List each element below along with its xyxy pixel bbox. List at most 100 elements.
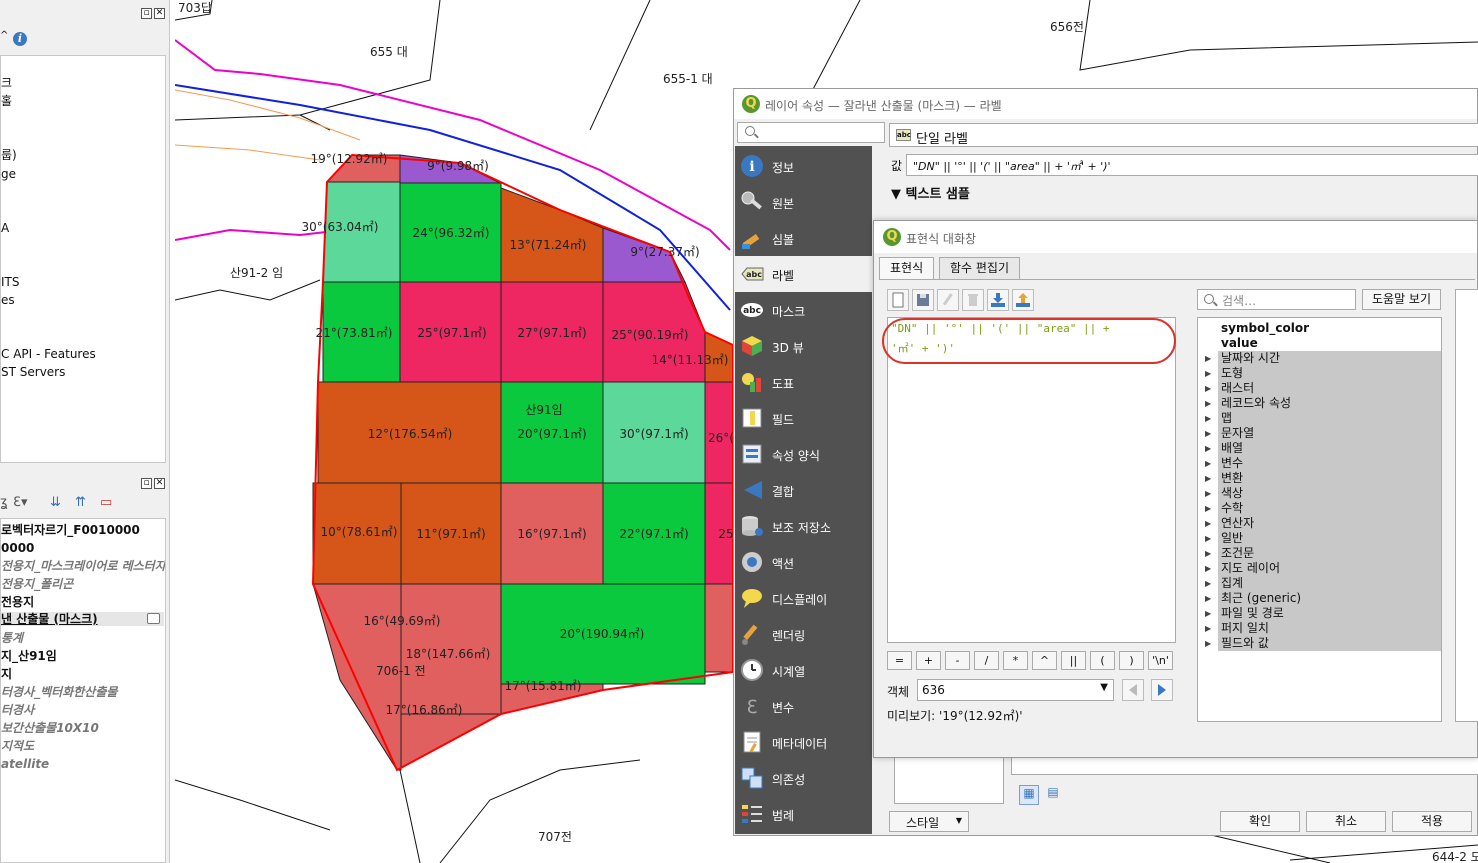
operator-button[interactable]: - bbox=[945, 651, 970, 670]
expand-arrow-icon[interactable]: ▶ bbox=[1205, 591, 1211, 606]
browser-item[interactable]: es bbox=[1, 293, 15, 307]
function-group[interactable]: 수학 bbox=[1218, 501, 1441, 516]
expand-arrow-icon[interactable]: ▶ bbox=[1205, 456, 1211, 471]
sidebar-item-attributes-form[interactable]: 속성 양식 bbox=[735, 436, 872, 472]
save-icon[interactable] bbox=[912, 289, 934, 311]
browser-item[interactable]: 크 bbox=[1, 76, 12, 90]
collapse-all-icon[interactable]: ⇈ bbox=[75, 495, 86, 511]
sidebar-item-rendering[interactable]: 렌더링 bbox=[735, 616, 872, 652]
function-group[interactable]: 도형 bbox=[1218, 366, 1441, 381]
expand-arrow-icon[interactable]: ▶ bbox=[1205, 516, 1211, 531]
function-group[interactable]: 레코드와 속성 bbox=[1218, 396, 1441, 411]
sidebar-item-symbology[interactable]: 심볼 bbox=[735, 220, 872, 256]
delete-icon[interactable] bbox=[962, 289, 984, 311]
sidebar-item-metadata[interactable]: 메타데이터 bbox=[735, 724, 872, 760]
import-icon[interactable] bbox=[987, 289, 1009, 311]
props-search-input[interactable] bbox=[737, 122, 885, 143]
layer-indicator-icon[interactable] bbox=[147, 613, 160, 624]
layer-item[interactable]: 로벡터자르기_F0010000 bbox=[1, 523, 140, 537]
function-group[interactable]: 날짜와 시간 bbox=[1218, 351, 1441, 366]
function-group[interactable]: 색상 bbox=[1218, 486, 1441, 501]
browser-item[interactable]: ITS bbox=[1, 275, 20, 289]
function-group[interactable]: 퍼지 일치 bbox=[1218, 621, 1441, 636]
expression-editor[interactable]: "DN" || '°' || '(' || "area" || + '㎡' + … bbox=[882, 317, 1176, 643]
operator-button[interactable]: ^ bbox=[1032, 651, 1057, 670]
tab-function-editor[interactable]: 함수 편집기 bbox=[939, 257, 1021, 279]
layer-item[interactable]: 보간산출물10X10 bbox=[1, 721, 99, 735]
layer-item[interactable]: 전용지_폴리곤 bbox=[1, 577, 73, 591]
filter-icon[interactable]: ʓ bbox=[0, 495, 8, 511]
expand-arrow-icon[interactable]: ▶ bbox=[1205, 381, 1211, 396]
expand-arrow-icon[interactable]: ▶ bbox=[1205, 351, 1211, 366]
sidebar-item-source[interactable]: 원본 bbox=[735, 184, 872, 220]
expand-arrow-icon[interactable]: ▶ bbox=[1205, 621, 1211, 636]
function-group[interactable]: 조건문 bbox=[1218, 546, 1441, 561]
function-item[interactable]: value bbox=[1221, 336, 1258, 350]
browser-item[interactable]: ST Servers bbox=[1, 365, 65, 379]
expand-arrow-icon[interactable]: ▶ bbox=[1205, 426, 1211, 441]
previous-feature-button[interactable] bbox=[1122, 679, 1144, 701]
layer-item[interactable]: atellite bbox=[1, 757, 49, 771]
function-group[interactable]: 맵 bbox=[1218, 411, 1441, 426]
layer-item-selected[interactable]: 낸 산출물 (마스크) bbox=[1, 612, 164, 626]
layer-item[interactable]: 지 bbox=[1, 667, 12, 681]
sidebar-item-info[interactable]: i 정보 bbox=[735, 148, 872, 184]
sidebar-item-labels[interactable]: abc 라벨 bbox=[735, 256, 872, 292]
function-group[interactable]: 집계 bbox=[1218, 576, 1441, 591]
function-group[interactable]: 지도 레이어 bbox=[1218, 561, 1441, 576]
function-group[interactable]: 변환 bbox=[1218, 471, 1441, 486]
function-group[interactable]: 필드와 값 bbox=[1218, 636, 1441, 651]
operator-button[interactable]: '\n' bbox=[1148, 651, 1173, 670]
function-group[interactable]: 일반 bbox=[1218, 531, 1441, 546]
show-help-button[interactable]: 도움말 보기 bbox=[1362, 289, 1441, 310]
next-feature-button[interactable] bbox=[1151, 679, 1173, 701]
operator-button[interactable]: ( bbox=[1090, 651, 1115, 670]
sidebar-item-actions[interactable]: 액션 bbox=[735, 544, 872, 580]
info-icon[interactable]: i bbox=[13, 32, 27, 46]
label-value-expression-field[interactable]: "DN" || '°' || '(' || "area" || + '㎡' + … bbox=[906, 154, 1478, 176]
expand-arrow-icon[interactable]: ▶ bbox=[1205, 501, 1211, 516]
browser-item[interactable]: A bbox=[1, 221, 9, 235]
browser-item[interactable]: C API - Features bbox=[1, 347, 96, 361]
sidebar-item-fields[interactable]: 필드 bbox=[735, 400, 872, 436]
layer-item[interactable]: 전용지 bbox=[1, 595, 34, 609]
sidebar-item-diagrams[interactable]: 도표 bbox=[735, 364, 872, 400]
operator-button[interactable]: = bbox=[887, 651, 912, 670]
expand-arrow-icon[interactable]: ▶ bbox=[1205, 441, 1211, 456]
operator-button[interactable]: + bbox=[916, 651, 941, 670]
expand-arrow-icon[interactable]: ▶ bbox=[1205, 531, 1211, 546]
function-item[interactable]: symbol_color bbox=[1221, 321, 1309, 335]
operator-button[interactable]: ) bbox=[1119, 651, 1144, 670]
layer-item[interactable]: 터경사_벡터화한산출물 bbox=[1, 685, 117, 699]
function-group[interactable]: 래스터 bbox=[1218, 381, 1441, 396]
layer-item[interactable]: 지_산91임 bbox=[1, 649, 57, 663]
sidebar-item-dependencies[interactable]: 의존성 bbox=[735, 760, 872, 796]
expand-arrow-icon[interactable]: ▶ bbox=[1205, 636, 1211, 651]
close-panel-icon[interactable]: ✕ bbox=[154, 8, 165, 19]
edit-pencil-icon[interactable] bbox=[937, 289, 959, 311]
browser-item[interactable]: ge bbox=[1, 167, 16, 181]
expand-arrow-icon[interactable]: ▶ bbox=[1205, 576, 1211, 591]
ok-button[interactable]: 확인 bbox=[1220, 811, 1300, 832]
sidebar-item-temporal[interactable]: 시계열 bbox=[735, 652, 872, 688]
layer-item[interactable]: 전용지_마스크레이어로 레스터자 bbox=[1, 559, 165, 573]
expand-arrow-icon[interactable]: ▶ bbox=[1205, 411, 1211, 426]
layer-item[interactable]: 터경사 bbox=[1, 703, 34, 717]
label-mode-combo[interactable]: abc 단일 라벨 bbox=[889, 123, 1478, 147]
expand-arrow-icon[interactable]: ▶ bbox=[1205, 471, 1211, 486]
expand-arrow-icon[interactable]: ▶ bbox=[1205, 366, 1211, 381]
close-panel-icon[interactable]: ✕ bbox=[154, 478, 165, 489]
sidebar-item-legend[interactable]: 범례 bbox=[735, 796, 872, 832]
operator-button[interactable]: / bbox=[974, 651, 999, 670]
function-group[interactable]: 연산자 bbox=[1218, 516, 1441, 531]
apply-button[interactable]: 적용 bbox=[1392, 811, 1472, 832]
cancel-button[interactable]: 취소 bbox=[1306, 811, 1386, 832]
style-menu-button[interactable]: 스타일 ▼ bbox=[889, 811, 969, 832]
sidebar-item-auxiliary-storage[interactable]: 보조 저장소 bbox=[735, 508, 872, 544]
expand-all-icon[interactable]: ⇊ bbox=[50, 495, 61, 511]
new-file-icon[interactable] bbox=[887, 289, 909, 311]
expression-filter-icon[interactable]: ℇ▾ bbox=[13, 495, 28, 511]
sidebar-item-variables[interactable]: ℇ 변수 bbox=[735, 688, 872, 724]
expand-arrow-icon[interactable]: ▶ bbox=[1205, 396, 1211, 411]
layer-item[interactable]: 0000 bbox=[1, 541, 34, 555]
